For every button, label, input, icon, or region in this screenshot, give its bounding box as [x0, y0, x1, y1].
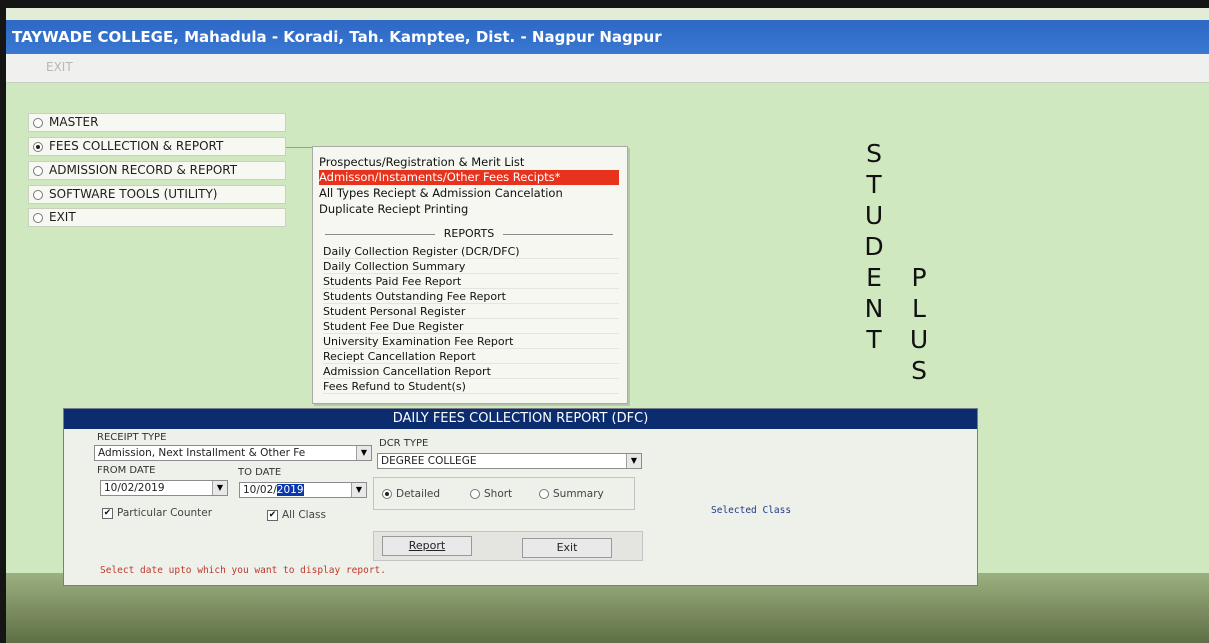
brand-letter: T	[866, 325, 882, 354]
chevron-down-icon[interactable]: ▼	[212, 481, 227, 495]
report-button-label: Report	[408, 539, 446, 552]
brand-letter: P	[911, 263, 927, 292]
main-menu-label: SOFTWARE TOOLS (UTILITY)	[49, 187, 218, 201]
brand-student: S T U D E N T	[859, 138, 889, 355]
dcr-type-select[interactable]: DEGREE COLLEGE ▼	[377, 453, 642, 469]
brand-letter: S	[911, 356, 927, 385]
radio-icon	[33, 189, 43, 200]
radio-icon	[33, 165, 43, 176]
menu-bar: EXIT	[6, 54, 1209, 83]
all-class-checkbox[interactable]: ✔ All Class	[267, 509, 326, 521]
reports-header: REPORTS	[319, 228, 619, 240]
to-date-year-selected: 2019	[276, 484, 304, 496]
radio-icon	[33, 212, 43, 223]
to-date-prefix: 10/02/	[243, 484, 277, 496]
option-summary[interactable]: Summary	[539, 488, 604, 500]
brand-letter: S	[866, 139, 882, 168]
main-menu-fees-collection[interactable]: FEES COLLECTION & REPORT	[28, 137, 286, 156]
main-menu-label: EXIT	[49, 210, 76, 224]
submenu-item-cancelation[interactable]: All Types Reciept & Admission Cancelatio…	[319, 186, 619, 201]
option-short[interactable]: Short	[470, 488, 512, 500]
brand-letter: U	[864, 201, 884, 230]
radio-icon	[539, 489, 549, 499]
radio-selected-icon	[382, 489, 392, 499]
brand-letter: T	[866, 170, 882, 199]
brand-letter: D	[864, 232, 884, 261]
radio-icon	[470, 489, 480, 499]
status-message: Select date upto which you want to displ…	[100, 565, 386, 576]
checkbox-label: All Class	[282, 509, 326, 521]
report-item-outstanding-fee[interactable]: Students Outstanding Fee Report	[323, 290, 619, 304]
submenu-item-duplicate-receipt[interactable]: Duplicate Reciept Printing	[319, 202, 619, 217]
to-date-label: TO DATE	[238, 467, 282, 478]
report-format-group: Detailed Short Summary	[373, 477, 635, 510]
dcr-type-label: DCR TYPE	[379, 438, 429, 449]
main-menu-label: MASTER	[49, 115, 99, 129]
to-date-picker[interactable]: 10/02/2019 ▼	[239, 482, 367, 498]
brand-letter: L	[912, 294, 926, 323]
option-label: Detailed	[396, 488, 441, 500]
report-item-fees-refund[interactable]: Fees Refund to Student(s)	[323, 380, 619, 394]
fees-submenu: Prospectus/Registration & Merit List Adm…	[312, 146, 628, 404]
report-item-collection-summary[interactable]: Daily Collection Summary	[323, 260, 619, 274]
brand-plus: P L U S	[904, 262, 934, 386]
window-title: TAYWADE COLLEGE, Mahadula - Koradi, Tah.…	[12, 28, 662, 46]
report-item-fee-due-register[interactable]: Student Fee Due Register	[323, 320, 619, 334]
from-date-picker[interactable]: 10/02/2019 ▼	[100, 480, 228, 496]
report-item-receipt-cancellation[interactable]: Reciept Cancellation Report	[323, 350, 619, 364]
window-title-bar: TAYWADE COLLEGE, Mahadula - Koradi, Tah.…	[6, 20, 1209, 54]
report-item-admission-cancellation[interactable]: Admission Cancellation Report	[323, 365, 619, 379]
report-item-paid-fee[interactable]: Students Paid Fee Report	[323, 275, 619, 289]
main-menu-software-tools[interactable]: SOFTWARE TOOLS (UTILITY)	[28, 185, 286, 204]
chevron-down-icon[interactable]: ▼	[626, 454, 641, 468]
receipt-type-label: RECEIPT TYPE	[97, 432, 167, 443]
report-item-university-exam-fee[interactable]: University Examination Fee Report	[323, 335, 619, 349]
brand-letter: N	[864, 294, 884, 323]
chevron-down-icon[interactable]: ▼	[356, 446, 371, 460]
chevron-down-icon[interactable]: ▼	[351, 483, 366, 497]
submenu-item-prospectus[interactable]: Prospectus/Registration & Merit List	[319, 155, 619, 170]
report-button[interactable]: Report	[382, 536, 472, 556]
main-menu-label: ADMISSION RECORD & REPORT	[49, 163, 238, 177]
dfc-report-dialog: DAILY FEES COLLECTION REPORT (DFC) RECEI…	[63, 408, 978, 586]
report-item-personal-register[interactable]: Student Personal Register	[323, 305, 619, 319]
dcr-type-value: DEGREE COLLEGE	[381, 455, 477, 467]
main-menu-admission-record[interactable]: ADMISSION RECORD & REPORT	[28, 161, 286, 180]
checkmark-icon: ✔	[102, 507, 113, 519]
receipt-type-value: Admission, Next Installment & Other Fe	[98, 447, 306, 459]
radio-selected-icon	[33, 141, 43, 152]
receipt-type-select[interactable]: Admission, Next Installment & Other Fe ▼	[94, 445, 372, 461]
radio-icon	[33, 117, 43, 128]
menu-exit[interactable]: EXIT	[46, 60, 73, 74]
main-menu-label: FEES COLLECTION & REPORT	[49, 139, 224, 153]
monitor-screen: TAYWADE COLLEGE, Mahadula - Koradi, Tah.…	[6, 8, 1209, 643]
checkbox-label: Particular Counter	[117, 507, 213, 519]
main-menu-exit[interactable]: EXIT	[28, 208, 286, 227]
report-item-dcr[interactable]: Daily Collection Register (DCR/DFC)	[323, 245, 619, 259]
from-date-label: FROM DATE	[97, 465, 156, 476]
particular-counter-checkbox[interactable]: ✔ Particular Counter	[102, 507, 212, 519]
exit-button-label: Exit	[556, 541, 578, 554]
main-menu-master[interactable]: MASTER	[28, 113, 286, 132]
dialog-title: DAILY FEES COLLECTION REPORT (DFC)	[64, 409, 977, 429]
option-label: Short	[484, 488, 513, 500]
submenu-item-admission-fees[interactable]: Admisson/Instaments/Other Fees Recipts*	[319, 170, 619, 185]
option-detailed[interactable]: Detailed	[382, 488, 440, 500]
selected-class-label: Selected Class	[711, 505, 792, 516]
menu-connector	[286, 147, 312, 148]
exit-button[interactable]: Exit	[522, 538, 612, 558]
from-date-value: 10/02/2019	[104, 482, 165, 494]
brand-letter: U	[909, 325, 929, 354]
option-label: Summary	[553, 488, 604, 500]
brand-letter: E	[866, 263, 882, 292]
checkmark-icon: ✔	[267, 509, 278, 521]
